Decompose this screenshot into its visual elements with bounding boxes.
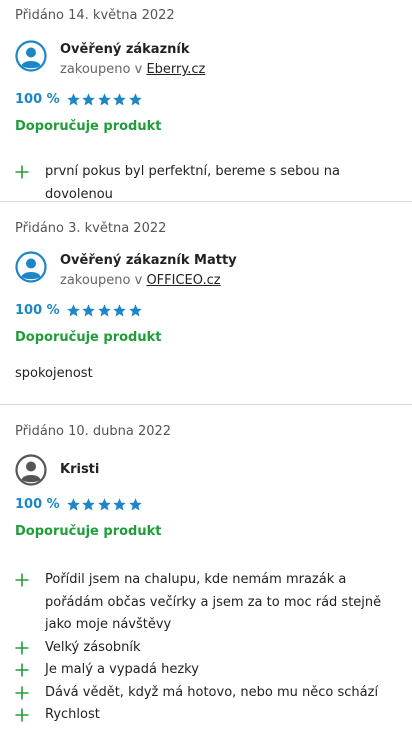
star-icon [128, 497, 142, 510]
review-author: Kristi [15, 454, 397, 486]
review-author: Ověřený zákazník Matty zakoupeno v OFFIC… [15, 251, 397, 291]
review-date: Přidáno 14. května 2022 [15, 8, 175, 23]
star-icon [113, 303, 126, 316]
pros-list: první pokus byl perfektní, bereme s sebo… [15, 161, 397, 206]
plus-icon [15, 686, 29, 699]
pro-item: Rychlost [15, 704, 397, 727]
pro-item: Dává vědět, když má hotovo, nebo mu něco… [15, 682, 397, 705]
purchased-at: zakoupeno v Eberry.cz [60, 60, 205, 80]
pro-item: Velký zásobník [15, 637, 397, 660]
review-author: Ověřený zákazník zakoupeno v Eberry.cz [15, 40, 397, 80]
review-card: Přidáno 3. května 2022 Ověřený zákazník … [0, 202, 412, 405]
star-icon [97, 497, 111, 510]
rating-percent: 100 % [15, 496, 60, 512]
star-rating [66, 303, 144, 318]
rating: 100 % [15, 300, 397, 320]
star-icon [97, 303, 111, 316]
star-icon [66, 303, 80, 316]
plus-icon [15, 165, 29, 179]
star-icon [66, 92, 80, 105]
star-icon [113, 92, 126, 105]
pros-list: Pořídil jsem na chalupu, kde nemám mrazá… [15, 569, 397, 727]
rating-percent: 100 % [15, 91, 60, 107]
author-name: Ověřený zákazník [60, 42, 190, 57]
author-name: Ověřený zákazník Matty [60, 253, 237, 268]
pro-item: Je malý a vypadá hezky [15, 659, 397, 682]
star-rating [66, 497, 144, 512]
purchased-prefix: zakoupeno v [60, 62, 147, 77]
star-icon [82, 92, 95, 105]
user-avatar-icon [15, 251, 47, 283]
plus-icon [15, 641, 29, 654]
rating-percent: 100 % [15, 302, 60, 318]
review-text: spokojenost [15, 366, 93, 381]
pro-text: Dává vědět, když má hotovo, nebo mu něco… [45, 684, 379, 700]
rating: 100 % [15, 89, 397, 109]
recommend-label: Doporučuje produkt [15, 119, 162, 134]
star-icon [82, 497, 95, 510]
star-icon [97, 92, 111, 105]
pro-text: Rychlost [45, 707, 100, 722]
pro-text: Pořídil jsem na chalupu, kde nemám mrazá… [45, 572, 382, 632]
pro-item: Pořídil jsem na chalupu, kde nemám mrazá… [15, 569, 397, 637]
recommend-label: Doporučuje produkt [15, 330, 162, 345]
plus-icon [15, 708, 29, 722]
star-icon [66, 497, 80, 510]
plus-icon [15, 663, 29, 677]
star-icon [128, 303, 142, 316]
pro-text: Je malý a vypadá hezky [45, 662, 199, 677]
review-card: Přidáno 14. května 2022 Ověřený zákazník… [0, 0, 412, 202]
purchased-prefix: zakoupeno v [60, 273, 147, 288]
user-avatar-icon [15, 40, 47, 72]
recommend-label: Doporučuje produkt [15, 524, 162, 539]
purchased-at: zakoupeno v OFFICEO.cz [60, 271, 237, 291]
pro-text: první pokus byl perfektní, bereme s sebo… [45, 164, 340, 202]
star-icon [113, 497, 126, 510]
review-card: Přidáno 10. dubna 2022 Kristi 100 % Dopo… [0, 405, 412, 727]
star-icon [128, 92, 142, 105]
user-avatar-icon [15, 454, 47, 486]
review-date: Přidáno 3. května 2022 [15, 221, 167, 236]
rating: 100 % [15, 494, 397, 514]
plus-icon [15, 573, 29, 587]
review-date: Přidáno 10. dubna 2022 [15, 424, 172, 439]
pro-item: první pokus byl perfektní, bereme s sebo… [15, 161, 397, 206]
shop-link[interactable]: Eberry.cz [146, 62, 205, 77]
star-rating [66, 92, 144, 107]
shop-link[interactable]: OFFICEO.cz [146, 273, 220, 288]
author-name: Kristi [60, 462, 100, 477]
star-icon [82, 303, 95, 316]
pro-text: Velký zásobník [45, 639, 141, 655]
